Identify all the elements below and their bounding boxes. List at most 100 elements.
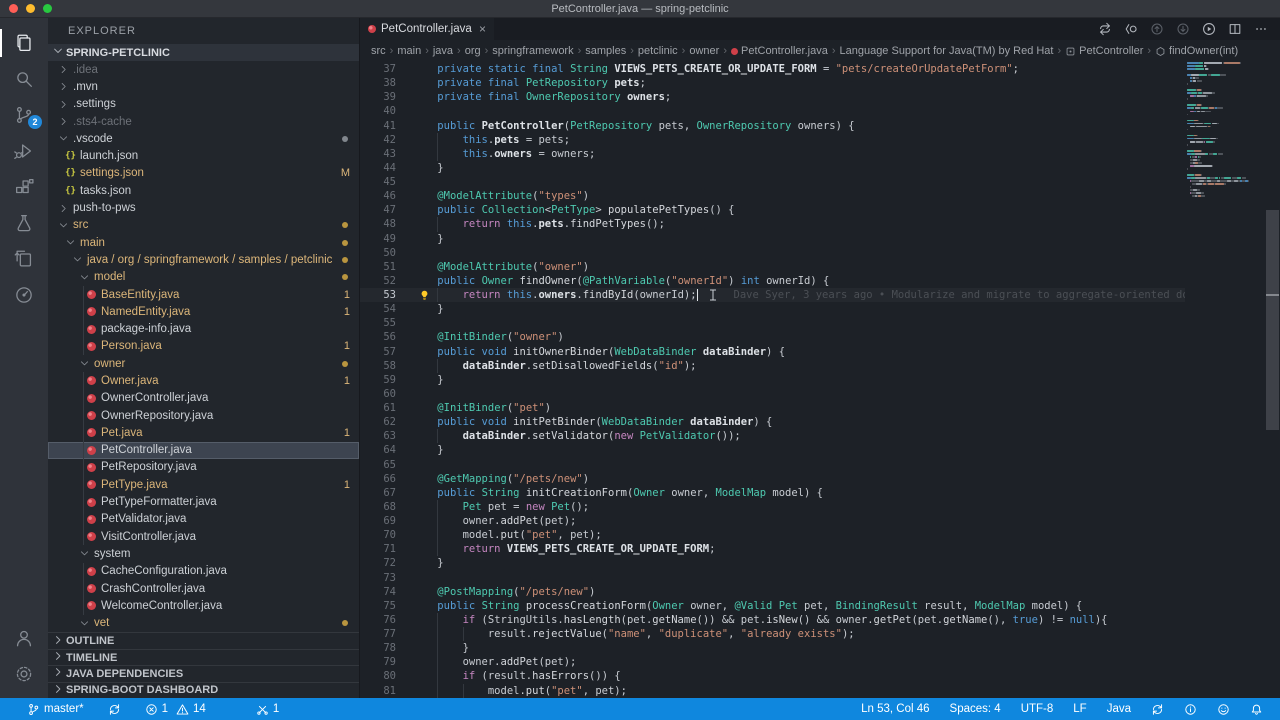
tree-item-namedentity-java[interactable]: NamedEntity.java1 — [48, 303, 359, 320]
tree-item-owner-java[interactable]: Owner.java1 — [48, 372, 359, 389]
code-line-44[interactable]: 44 } — [360, 161, 1185, 175]
code-line-77[interactable]: 77 result.rejectValue("name", "duplicate… — [360, 627, 1185, 641]
tree-item-system[interactable]: system — [48, 545, 359, 562]
code-line-62[interactable]: 62 public void initPetBinder(WebDataBind… — [360, 415, 1185, 429]
split-editor-icon[interactable] — [1228, 22, 1242, 36]
code-editor[interactable]: 37 private static final String VIEWS_PET… — [360, 62, 1280, 698]
tree-item-owner[interactable]: owner — [48, 355, 359, 372]
code-line-37[interactable]: 37 private static final String VIEWS_PET… — [360, 62, 1185, 76]
git-branch-status[interactable]: master* — [24, 703, 87, 716]
code-line-49[interactable]: 49 } — [360, 232, 1185, 246]
code-line-59[interactable]: 59 } — [360, 373, 1185, 387]
toggle-blame-icon[interactable] — [1124, 22, 1138, 36]
language-mode-status[interactable]: Java — [1104, 703, 1134, 715]
sidebar-panel-java-dependencies[interactable]: JAVA DEPENDENCIES — [48, 665, 359, 681]
code-line-42[interactable]: 42 this.pets = pets; — [360, 133, 1185, 147]
tree-item-push-to-pws[interactable]: push-to-pws — [48, 199, 359, 216]
code-line-53[interactable]: 53 return this.owners.findById(ownerId);… — [360, 288, 1185, 302]
tree-item-crashcontroller-java[interactable]: CrashController.java — [48, 580, 359, 597]
tree-item-petcontroller-java[interactable]: PetController.java — [48, 442, 359, 459]
tree-item-idea[interactable]: .idea — [48, 61, 359, 78]
code-line-45[interactable]: 45 — [360, 175, 1185, 189]
activity-java-projects-icon[interactable] — [0, 241, 48, 277]
code-line-46[interactable]: 46 @ModelAttribute("types") — [360, 189, 1185, 203]
code-line-75[interactable]: 75 public String processCreationForm(Own… — [360, 599, 1185, 613]
sidebar-panel-spring-boot-dashboard[interactable]: SPRING-BOOT DASHBOARD — [48, 682, 359, 698]
workspace-section-header[interactable]: SPRING-PETCLINIC — [48, 44, 359, 61]
breadcrumb-main[interactable]: main — [396, 45, 422, 57]
more-actions-icon[interactable] — [1254, 22, 1268, 36]
code-line-58[interactable]: 58 dataBinder.setDisallowedFields("id"); — [360, 359, 1185, 373]
code-line-60[interactable]: 60 — [360, 387, 1185, 401]
code-line-66[interactable]: 66 @GetMapping("/pets/new") — [360, 472, 1185, 486]
sync-changes-button[interactable] — [105, 703, 124, 716]
tree-item-vet[interactable]: vet — [48, 615, 359, 632]
code-line-69[interactable]: 69 owner.addPet(pet); — [360, 514, 1185, 528]
tab-petcontroller[interactable]: PetController.java × — [360, 18, 494, 40]
code-line-47[interactable]: 47 public Collection<PetType> populatePe… — [360, 203, 1185, 217]
tree-item-pettypeformatter-java[interactable]: PetTypeFormatter.java — [48, 493, 359, 510]
tree-item-petrepository-java[interactable]: PetRepository.java — [48, 459, 359, 476]
cursor-position-status[interactable]: Ln 53, Col 46 — [858, 703, 932, 715]
breadcrumb-findowner-int[interactable]: findOwner(int) — [1154, 45, 1239, 57]
code-line-48[interactable]: 48 return this.pets.findPetTypes(); — [360, 217, 1185, 231]
code-line-52[interactable]: 52 public Owner findOwner(@PathVariable(… — [360, 274, 1185, 288]
activity-run-debug-icon[interactable] — [0, 133, 48, 169]
code-line-57[interactable]: 57 public void initOwnerBinder(WebDataBi… — [360, 345, 1185, 359]
code-line-80[interactable]: 80 if (result.hasErrors()) { — [360, 669, 1185, 683]
minimap[interactable] — [1185, 62, 1265, 698]
code-line-41[interactable]: 41 public PetController(PetRepository pe… — [360, 119, 1185, 133]
breadcrumb-petclinic[interactable]: petclinic — [637, 45, 679, 57]
tree-item-welcomecontroller-java[interactable]: WelcomeController.java — [48, 597, 359, 614]
tree-item-main[interactable]: main — [48, 234, 359, 251]
problems-status[interactable]: 1 14 — [142, 703, 209, 716]
previous-change-icon[interactable] — [1150, 22, 1164, 36]
breadcrumb-petcontroller-java[interactable]: PetController.java — [730, 45, 829, 57]
tree-item-package-info-java[interactable]: package-info.java — [48, 320, 359, 337]
tree-item-ownerrepository-java[interactable]: OwnerRepository.java — [48, 407, 359, 424]
notifications-bell-icon[interactable] — [1247, 703, 1266, 716]
activity-accounts-icon[interactable] — [0, 620, 48, 656]
code-line-67[interactable]: 67 public String initCreationForm(Owner … — [360, 486, 1185, 500]
code-line-55[interactable]: 55 — [360, 316, 1185, 330]
indentation-status[interactable]: Spaces: 4 — [947, 703, 1004, 715]
tools-status[interactable]: 1 — [253, 703, 282, 716]
code-line-54[interactable]: 54 } — [360, 302, 1185, 316]
breadcrumb-samples[interactable]: samples — [584, 45, 627, 57]
tree-item-tasks-json[interactable]: {}tasks.json — [48, 182, 359, 199]
open-changes-icon[interactable] — [1098, 22, 1112, 36]
activity-extensions-icon[interactable] — [0, 169, 48, 205]
tree-item-ownercontroller-java[interactable]: OwnerController.java — [48, 390, 359, 407]
code-line-56[interactable]: 56 @InitBinder("owner") — [360, 330, 1185, 344]
tree-item-cacheconfiguration-java[interactable]: CacheConfiguration.java — [48, 563, 359, 580]
scrollbar-thumb[interactable] — [1266, 210, 1279, 430]
tree-item-vscode[interactable]: .vscode — [48, 130, 359, 147]
code-line-39[interactable]: 39 private final OwnerRepository owners; — [360, 90, 1185, 104]
sidebar-panel-timeline[interactable]: TIMELINE — [48, 649, 359, 665]
tree-item-pettype-java[interactable]: PetType.java1 — [48, 476, 359, 493]
code-line-71[interactable]: 71 return VIEWS_PETS_CREATE_OR_UPDATE_FO… — [360, 542, 1185, 556]
tree-item-mvn[interactable]: .mvn — [48, 78, 359, 95]
code-line-51[interactable]: 51 @ModelAttribute("owner") — [360, 260, 1185, 274]
encoding-status[interactable]: UTF-8 — [1018, 703, 1057, 715]
eol-status[interactable]: LF — [1070, 703, 1089, 715]
code-line-81[interactable]: 81 model.put("pet", pet); — [360, 684, 1185, 698]
tree-item-settings[interactable]: .settings — [48, 96, 359, 113]
code-line-64[interactable]: 64 } — [360, 443, 1185, 457]
activity-search-icon[interactable] — [0, 61, 48, 97]
code-line-61[interactable]: 61 @InitBinder("pet") — [360, 401, 1185, 415]
breadcrumb-org[interactable]: org — [464, 45, 482, 57]
code-line-72[interactable]: 72 } — [360, 556, 1185, 570]
close-tab-icon[interactable]: × — [479, 23, 486, 35]
code-line-38[interactable]: 38 private final PetRepository pets; — [360, 76, 1185, 90]
tree-item-baseentity-java[interactable]: BaseEntity.java1 — [48, 286, 359, 303]
code-line-68[interactable]: 68 Pet pet = new Pet(); — [360, 500, 1185, 514]
tree-item-launch-json[interactable]: {}launch.json — [48, 147, 359, 164]
tree-item-java-org-springframework-samples-petclinic[interactable]: java / org / springframework / samples /… — [48, 251, 359, 268]
code-line-40[interactable]: 40 — [360, 104, 1185, 118]
tree-item-settings-json[interactable]: {}settings.jsonM — [48, 165, 359, 182]
code-line-73[interactable]: 73 — [360, 571, 1185, 585]
sidebar-panel-outline[interactable]: OUTLINE — [48, 632, 359, 648]
info-icon[interactable] — [1181, 703, 1200, 716]
tree-item-src[interactable]: src — [48, 217, 359, 234]
